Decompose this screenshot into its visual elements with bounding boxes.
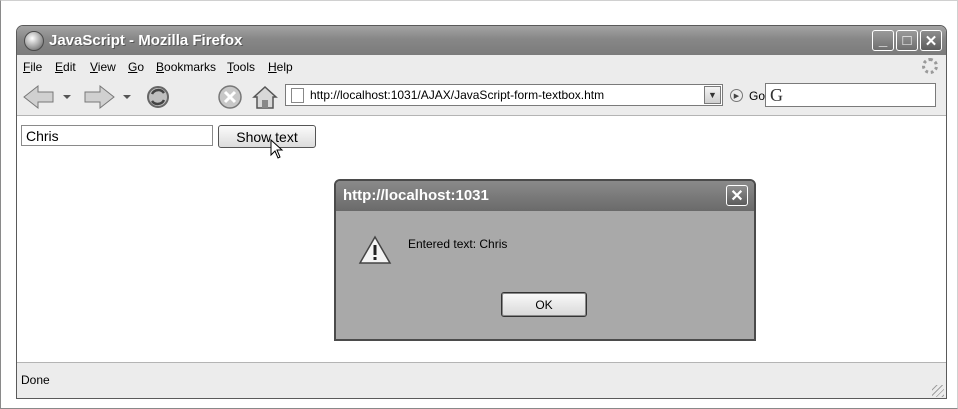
url-text[interactable]: http://localhost:1031/AJAX/JavaScript-fo…	[310, 88, 604, 102]
dialog-title: http://localhost:1031	[343, 187, 489, 204]
text-input[interactable]	[21, 125, 213, 146]
search-input[interactable]: G	[765, 83, 936, 107]
firefox-icon	[24, 31, 44, 51]
dialog-title-bar[interactable]: http://localhost:1031 ✕	[336, 181, 754, 211]
status-text: Done	[21, 373, 50, 387]
maximize-button[interactable]: □	[896, 30, 918, 51]
window-title: JavaScript - Mozilla Firefox	[49, 32, 243, 49]
menu-go[interactable]: Go	[128, 60, 144, 74]
page-content: Show text http://localhost:1031 ✕ Entere…	[17, 116, 946, 362]
close-button[interactable]: ✕	[920, 30, 942, 51]
menu-bookmarks[interactable]: Bookmarks	[156, 60, 216, 74]
menu-file[interactable]: File	[23, 60, 42, 74]
reload-icon[interactable]	[144, 84, 172, 110]
throbber-icon	[922, 58, 938, 74]
url-dropdown-button[interactable]: ▼	[704, 86, 721, 104]
go-icon[interactable]: ▶	[730, 89, 743, 102]
go-button-label[interactable]: Go	[749, 89, 765, 103]
resize-grip-icon[interactable]	[932, 385, 944, 397]
dialog-message: Entered text: Chris	[408, 237, 508, 251]
status-bar: Done	[17, 362, 946, 398]
menu-bar: File Edit View Go Bookmarks Tools Help	[17, 55, 946, 78]
url-bar[interactable]: http://localhost:1031/AJAX/JavaScript-fo…	[285, 84, 723, 106]
alert-dialog: http://localhost:1031 ✕ Entered text: Ch…	[334, 179, 756, 341]
dialog-close-button[interactable]: ✕	[726, 185, 748, 206]
ok-button[interactable]: OK	[501, 292, 587, 317]
home-icon[interactable]	[251, 84, 279, 110]
cursor-icon	[270, 139, 284, 159]
search-engine-icon[interactable]: G	[770, 85, 783, 106]
forward-icon[interactable]	[83, 84, 141, 110]
menu-help[interactable]: Help	[268, 60, 293, 74]
title-bar[interactable]: JavaScript - Mozilla Firefox _ □ ✕	[17, 26, 946, 55]
stop-icon[interactable]	[217, 84, 243, 110]
menu-view[interactable]: View	[90, 60, 116, 74]
page-icon	[291, 88, 304, 103]
menu-edit[interactable]: Edit	[55, 60, 76, 74]
navigation-toolbar: http://localhost:1031/AJAX/JavaScript-fo…	[17, 78, 946, 116]
browser-window: JavaScript - Mozilla Firefox _ □ ✕ File …	[16, 25, 947, 399]
show-text-button[interactable]: Show text	[218, 125, 316, 148]
minimize-button[interactable]: _	[872, 30, 894, 51]
menu-tools[interactable]: Tools	[227, 60, 255, 74]
warning-icon	[358, 235, 392, 264]
back-icon[interactable]	[21, 84, 79, 110]
